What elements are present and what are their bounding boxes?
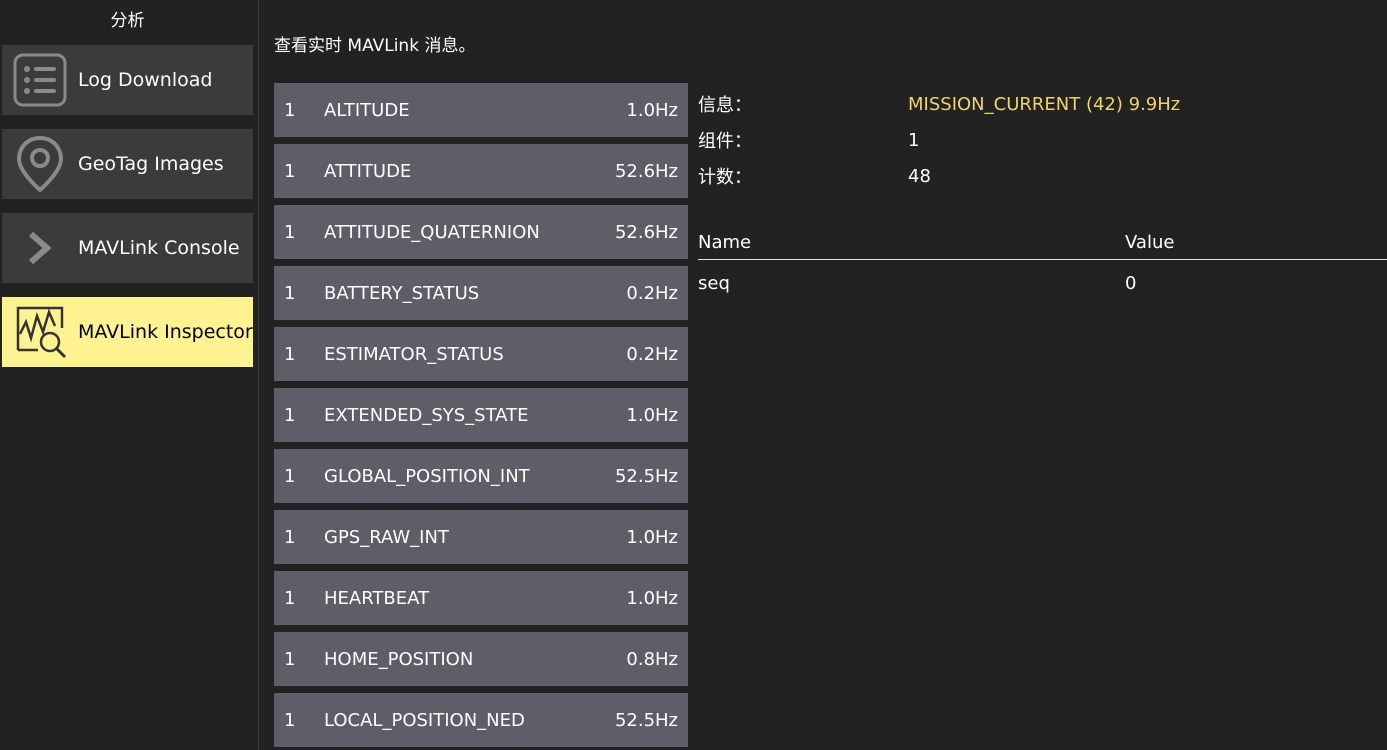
message-component: 1	[284, 221, 296, 243]
info-component-value: 1	[908, 129, 920, 151]
sidebar-item-label: Log Download	[78, 69, 213, 91]
map-pin-icon	[12, 136, 68, 192]
message-component: 1	[284, 465, 296, 487]
message-rate: 1.0Hz	[626, 404, 678, 426]
message-row[interactable]: 1 ESTIMATOR_STATUS 0.2Hz	[274, 327, 688, 381]
sidebar-item-mavlink-inspector[interactable]: MAVLink Inspector	[2, 297, 253, 367]
sidebar-title: 分析	[110, 11, 145, 31]
message-component: 1	[284, 160, 296, 182]
info-message-label: 信息：	[698, 95, 752, 116]
message-component: 1	[284, 526, 296, 548]
message-rate: 0.8Hz	[626, 648, 678, 670]
message-name: GLOBAL_POSITION_INT	[324, 465, 530, 487]
sidebar-item-label: MAVLink Console	[78, 237, 240, 259]
message-name: ALTITUDE	[324, 99, 410, 121]
message-component: 1	[284, 282, 296, 304]
message-component: 1	[284, 587, 296, 609]
info-component-label: 组件：	[698, 131, 752, 152]
sidebar: 分析 Log Download GeoTag Images MAVLink Co…	[0, 0, 258, 750]
message-row[interactable]: 1 HOME_POSITION 0.8Hz	[274, 632, 688, 686]
info-count-row: 计数： 48	[698, 158, 1180, 194]
message-row[interactable]: 1 GLOBAL_POSITION_INT 52.5Hz	[274, 449, 688, 503]
info-count-label: 计数：	[698, 167, 752, 188]
message-rate: 1.0Hz	[626, 99, 678, 121]
message-rate: 52.5Hz	[614, 465, 678, 487]
message-name: EXTENDED_SYS_STATE	[324, 404, 529, 426]
message-row[interactable]: 1 ATTITUDE_QUATERNION 52.6Hz	[274, 205, 688, 259]
chevron-right-icon	[12, 220, 68, 276]
info-message-row: 信息： MISSION_CURRENT (42) 9.9Hz	[698, 86, 1180, 122]
fields-table-header: Name Value	[698, 226, 1387, 260]
message-name: HOME_POSITION	[324, 648, 474, 670]
message-name: ATTITUDE_QUATERNION	[324, 221, 540, 243]
message-rate: 52.5Hz	[614, 709, 678, 731]
sidebar-divider	[258, 0, 259, 750]
message-component: 1	[284, 99, 296, 121]
message-component: 1	[284, 404, 296, 426]
info-message-value: MISSION_CURRENT (42) 9.9Hz	[908, 93, 1181, 115]
message-component: 1	[284, 343, 296, 365]
sidebar-item-geotag-images[interactable]: GeoTag Images	[2, 129, 253, 199]
fields-table: Name Value seq 0	[698, 226, 1387, 306]
page-description: 查看实时 MAVLink 消息。	[274, 36, 476, 56]
column-header-name: Name	[698, 232, 752, 253]
message-name: GPS_RAW_INT	[324, 526, 449, 548]
message-row[interactable]: 1 LOCAL_POSITION_NED 52.5Hz	[274, 693, 688, 747]
message-rate: 1.0Hz	[626, 526, 678, 548]
table-row: seq 0	[698, 260, 1387, 306]
message-component: 1	[284, 709, 296, 731]
info-component-row: 组件： 1	[698, 122, 1180, 158]
message-row[interactable]: 1 HEARTBEAT 1.0Hz	[274, 571, 688, 625]
message-rate: 0.2Hz	[626, 343, 678, 365]
sidebar-item-label: GeoTag Images	[78, 153, 224, 175]
message-rate: 52.6Hz	[614, 160, 678, 182]
sidebar-item-label: MAVLink Inspector	[78, 321, 253, 343]
message-row[interactable]: 1 BATTERY_STATUS 0.2Hz	[274, 266, 688, 320]
sidebar-item-mavlink-console[interactable]: MAVLink Console	[2, 213, 253, 283]
message-component: 1	[284, 648, 296, 670]
message-name: ESTIMATOR_STATUS	[324, 343, 504, 365]
chart-magnify-icon	[12, 304, 68, 360]
column-header-value: Value	[1125, 232, 1175, 253]
message-rate: 52.6Hz	[614, 221, 678, 243]
message-info-panel: 信息： MISSION_CURRENT (42) 9.9Hz 组件： 1 计数：…	[698, 86, 1180, 194]
message-row[interactable]: 1 ATTITUDE 52.6Hz	[274, 144, 688, 198]
message-rate: 1.0Hz	[626, 587, 678, 609]
field-name: seq	[698, 272, 730, 294]
message-row[interactable]: 1 EXTENDED_SYS_STATE 1.0Hz	[274, 388, 688, 442]
message-name: HEARTBEAT	[324, 587, 430, 609]
sidebar-item-log-download[interactable]: Log Download	[2, 45, 253, 115]
info-count-value: 48	[908, 165, 931, 187]
message-list: 1 ALTITUDE 1.0Hz 1 ATTITUDE 52.6Hz 1 ATT…	[274, 83, 688, 750]
message-row[interactable]: 1 ALTITUDE 1.0Hz	[274, 83, 688, 137]
message-name: LOCAL_POSITION_NED	[324, 709, 525, 731]
message-row[interactable]: 1 GPS_RAW_INT 1.0Hz	[274, 510, 688, 564]
message-rate: 0.2Hz	[626, 282, 678, 304]
field-value: 0	[1125, 272, 1137, 294]
list-icon	[12, 52, 68, 108]
message-name: ATTITUDE	[324, 160, 412, 182]
message-name: BATTERY_STATUS	[324, 282, 480, 304]
